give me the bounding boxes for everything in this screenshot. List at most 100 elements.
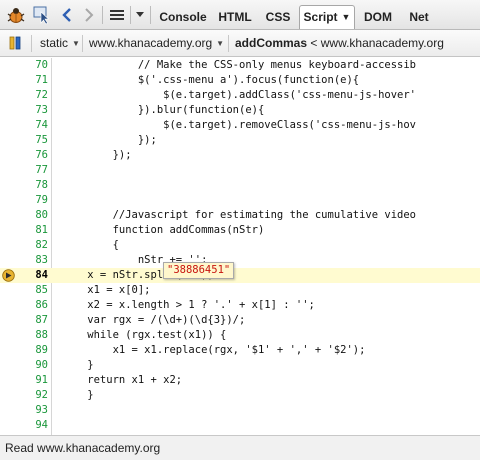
current-execution-line[interactable]: 84 x = nStr.split('.'); [0, 268, 480, 283]
source-line[interactable]: 81 function addCommas(nStr) [0, 223, 480, 238]
source-line[interactable]: 85 x1 = x[0]; [0, 283, 480, 298]
source-code-text: x2 = x.length > 1 ? '.' + x[1] : ''; [62, 299, 315, 311]
source-code-text: } [62, 389, 94, 401]
inspect-element-icon[interactable] [30, 3, 54, 27]
source-code-text: }).blur(function(e){ [62, 104, 265, 116]
chevron-down-icon: ▼ [72, 39, 80, 48]
line-number[interactable]: 80 [0, 208, 48, 223]
line-number[interactable]: 90 [0, 358, 48, 373]
break-on-next-icon[interactable] [6, 31, 26, 55]
tab-html[interactable]: HTML [212, 6, 258, 28]
line-number[interactable]: 75 [0, 133, 48, 148]
line-number[interactable]: 92 [0, 388, 48, 403]
line-number[interactable]: 93 [0, 403, 48, 418]
variable-value-tooltip: "38886451" [163, 262, 235, 279]
source-line[interactable]: 78 [0, 178, 480, 193]
firebug-toolbar: Console HTML CSS Script ▼ DOM Net [0, 0, 480, 30]
line-number[interactable]: 78 [0, 178, 48, 193]
line-number[interactable]: 85 [0, 283, 48, 298]
source-line[interactable]: 92 } [0, 388, 480, 403]
source-line[interactable]: 82 { [0, 238, 480, 253]
back-icon[interactable] [58, 3, 76, 27]
source-line[interactable]: 87 var rgx = /(\d+)(\d{3})/; [0, 313, 480, 328]
source-line[interactable]: 76 }); [0, 148, 480, 163]
source-line[interactable]: 77 [0, 163, 480, 178]
source-code-text: // Make the CSS-only menus keyboard-acce… [62, 59, 417, 71]
source-line[interactable]: 72 $(e.target).addClass('css-menu-js-hov… [0, 88, 480, 103]
firebug-bug-icon[interactable] [4, 3, 28, 27]
source-code-text: x1 = x[0]; [62, 284, 151, 296]
line-number[interactable]: 81 [0, 223, 48, 238]
forward-icon[interactable] [80, 3, 98, 27]
source-line[interactable]: 80 //Javascript for estimating the cumul… [0, 208, 480, 223]
line-number[interactable]: 89 [0, 343, 48, 358]
line-number[interactable]: 74 [0, 118, 48, 133]
line-number[interactable]: 91 [0, 373, 48, 388]
source-line[interactable]: 75 }); [0, 133, 480, 148]
line-number[interactable]: 71 [0, 73, 48, 88]
line-number[interactable]: 76 [0, 148, 48, 163]
source-code-text: $(e.target).removeClass('css-menu-js-hov [62, 119, 417, 131]
source-line[interactable]: 70 // Make the CSS-only menus keyboard-a… [0, 58, 480, 73]
call-stack-breadcrumb: addCommas < www.khanacademy.org [235, 30, 444, 57]
breadcrumb-file[interactable]: www.khanacademy.org [321, 36, 444, 50]
tab-script[interactable]: Script ▼ [299, 5, 355, 29]
tab-console[interactable]: Console [154, 6, 212, 28]
source-line[interactable]: 71 $('.css-menu a').focus(function(e){ [0, 73, 480, 88]
toolbar-divider [102, 6, 103, 24]
line-number[interactable]: 82 [0, 238, 48, 253]
line-number[interactable]: 87 [0, 313, 48, 328]
source-code-text: x1 = x1.replace(rgx, '$1' + ',' + '$2'); [62, 344, 366, 356]
line-number[interactable]: 77 [0, 163, 48, 178]
chevron-down-icon: ▼ [216, 39, 225, 48]
line-number[interactable]: 73 [0, 103, 48, 118]
status-bar: Read www.khanacademy.org [0, 435, 480, 460]
script-toolbar: static ▼ www.khanacademy.org ▼ addCommas <… [0, 30, 480, 57]
line-number[interactable]: 88 [0, 328, 48, 343]
source-code-text: //Javascript for estimating the cumulati… [62, 209, 417, 221]
static-filter-dropdown[interactable]: static ▼ [40, 30, 80, 57]
line-number[interactable]: 84 [0, 268, 48, 283]
line-number[interactable]: 79 [0, 193, 48, 208]
line-number[interactable]: 83 [0, 253, 48, 268]
line-number[interactable]: 72 [0, 88, 48, 103]
line-number[interactable]: 70 [0, 58, 48, 73]
toolbar-divider [130, 6, 131, 24]
options-dropdown-icon[interactable] [133, 3, 147, 27]
source-line[interactable]: 73 }).blur(function(e){ [0, 103, 480, 118]
source-code-text: }); [62, 134, 157, 146]
breadcrumb-function[interactable]: addCommas [235, 36, 307, 50]
source-line[interactable]: 89 x1 = x1.replace(rgx, '$1' + ',' + '$2… [0, 343, 480, 358]
source-line[interactable]: 86 x2 = x.length > 1 ? '.' + x[1] : ''; [0, 298, 480, 313]
status-text: Read www.khanacademy.org [5, 441, 161, 455]
toolbar-divider [31, 35, 32, 52]
source-code-text: $(e.target).addClass('css-menu-js-hover' [62, 89, 417, 101]
source-line[interactable]: 79 [0, 193, 480, 208]
script-file-label: www.khanacademy.org [89, 36, 213, 50]
source-line[interactable]: 93 [0, 403, 480, 418]
tab-dom[interactable]: DOM [356, 6, 400, 28]
source-code-text: }); [62, 149, 132, 161]
source-code-text: var rgx = /(\d+)(\d{3})/; [62, 314, 246, 326]
tab-script-label: Script [303, 10, 338, 24]
breadcrumb-separator: < [310, 36, 318, 50]
chevron-down-icon: ▼ [341, 12, 351, 22]
line-number[interactable]: 86 [0, 298, 48, 313]
source-code-text: function addCommas(nStr) [62, 224, 265, 236]
source-code-text: while (rgx.test(x1)) { [62, 329, 227, 341]
source-line[interactable]: 91 return x1 + x2; [0, 373, 480, 388]
tab-net[interactable]: Net [400, 6, 438, 28]
toolbar-divider [150, 6, 151, 24]
script-source-panel[interactable]: 70 // Make the CSS-only menus keyboard-a… [0, 58, 480, 435]
line-number[interactable]: 94 [0, 418, 48, 433]
source-line[interactable]: 88 while (rgx.test(x1)) { [0, 328, 480, 343]
source-code-text: $('.css-menu a').focus(function(e){ [62, 74, 360, 86]
menu-icon[interactable] [106, 3, 128, 27]
source-line[interactable]: 90 } [0, 358, 480, 373]
source-line[interactable]: 83 nStr += ''; [0, 253, 480, 268]
tab-css[interactable]: CSS [258, 6, 298, 28]
static-filter-label: static [40, 36, 69, 50]
source-line[interactable]: 74 $(e.target).removeClass('css-menu-js-… [0, 118, 480, 133]
script-file-dropdown[interactable]: www.khanacademy.org ▼ [89, 30, 224, 57]
source-line[interactable]: 94 [0, 418, 480, 433]
